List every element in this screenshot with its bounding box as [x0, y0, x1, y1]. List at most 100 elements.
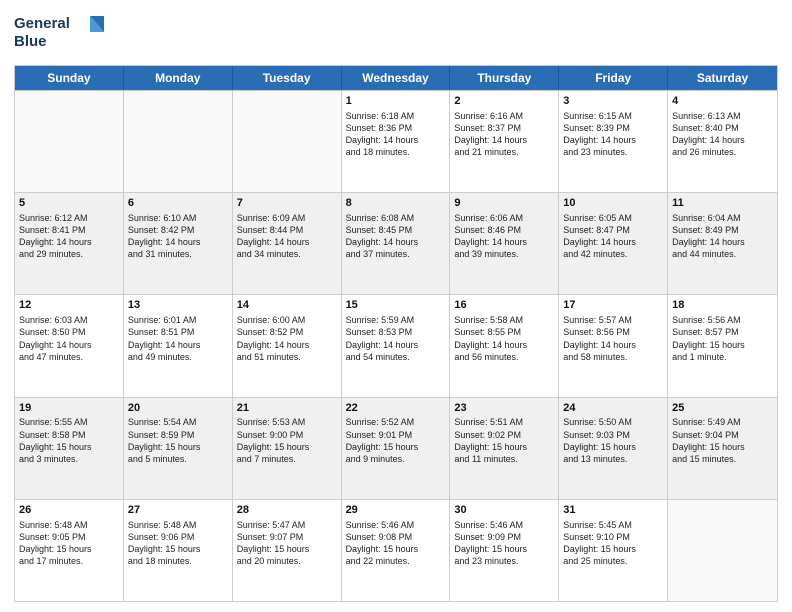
- day-cell-22: 22Sunrise: 5:52 AM Sunset: 9:01 PM Dayli…: [342, 398, 451, 499]
- day-info: Sunrise: 5:54 AM Sunset: 8:59 PM Dayligh…: [128, 416, 228, 465]
- day-number: 12: [19, 298, 119, 313]
- svg-text:Blue: Blue: [14, 33, 47, 50]
- day-info: Sunrise: 6:10 AM Sunset: 8:42 PM Dayligh…: [128, 212, 228, 261]
- col-header-sunday: Sunday: [15, 66, 124, 90]
- day-cell-9: 9Sunrise: 6:06 AM Sunset: 8:46 PM Daylig…: [450, 193, 559, 294]
- day-info: Sunrise: 5:52 AM Sunset: 9:01 PM Dayligh…: [346, 416, 446, 465]
- day-cell-18: 18Sunrise: 5:56 AM Sunset: 8:57 PM Dayli…: [668, 295, 777, 396]
- day-info: Sunrise: 5:47 AM Sunset: 9:07 PM Dayligh…: [237, 519, 337, 568]
- day-cell-16: 16Sunrise: 5:58 AM Sunset: 8:55 PM Dayli…: [450, 295, 559, 396]
- day-info: Sunrise: 6:04 AM Sunset: 8:49 PM Dayligh…: [672, 212, 773, 261]
- col-header-saturday: Saturday: [668, 66, 777, 90]
- day-cell-27: 27Sunrise: 5:48 AM Sunset: 9:06 PM Dayli…: [124, 500, 233, 601]
- day-number: 24: [563, 401, 663, 416]
- day-number: 15: [346, 298, 446, 313]
- day-cell-5: 5Sunrise: 6:12 AM Sunset: 8:41 PM Daylig…: [15, 193, 124, 294]
- day-number: 3: [563, 94, 663, 109]
- day-cell-10: 10Sunrise: 6:05 AM Sunset: 8:47 PM Dayli…: [559, 193, 668, 294]
- day-info: Sunrise: 6:05 AM Sunset: 8:47 PM Dayligh…: [563, 212, 663, 261]
- day-info: Sunrise: 6:03 AM Sunset: 8:50 PM Dayligh…: [19, 314, 119, 363]
- day-info: Sunrise: 6:18 AM Sunset: 8:36 PM Dayligh…: [346, 110, 446, 159]
- day-number: 13: [128, 298, 228, 313]
- col-header-wednesday: Wednesday: [342, 66, 451, 90]
- day-number: 5: [19, 196, 119, 211]
- day-info: Sunrise: 6:09 AM Sunset: 8:44 PM Dayligh…: [237, 212, 337, 261]
- day-info: Sunrise: 5:59 AM Sunset: 8:53 PM Dayligh…: [346, 314, 446, 363]
- day-number: 7: [237, 196, 337, 211]
- day-info: Sunrise: 6:12 AM Sunset: 8:41 PM Dayligh…: [19, 212, 119, 261]
- day-info: Sunrise: 5:46 AM Sunset: 9:09 PM Dayligh…: [454, 519, 554, 568]
- day-number: 10: [563, 196, 663, 211]
- day-cell-30: 30Sunrise: 5:46 AM Sunset: 9:09 PM Dayli…: [450, 500, 559, 601]
- day-cell-15: 15Sunrise: 5:59 AM Sunset: 8:53 PM Dayli…: [342, 295, 451, 396]
- day-number: 30: [454, 503, 554, 518]
- day-cell-26: 26Sunrise: 5:48 AM Sunset: 9:05 PM Dayli…: [15, 500, 124, 601]
- day-info: Sunrise: 5:58 AM Sunset: 8:55 PM Dayligh…: [454, 314, 554, 363]
- header: General Blue: [14, 10, 778, 59]
- day-info: Sunrise: 5:48 AM Sunset: 9:05 PM Dayligh…: [19, 519, 119, 568]
- day-cell-1: 1Sunrise: 6:18 AM Sunset: 8:36 PM Daylig…: [342, 91, 451, 192]
- day-cell-21: 21Sunrise: 5:53 AM Sunset: 9:00 PM Dayli…: [233, 398, 342, 499]
- day-cell-6: 6Sunrise: 6:10 AM Sunset: 8:42 PM Daylig…: [124, 193, 233, 294]
- day-cell-20: 20Sunrise: 5:54 AM Sunset: 8:59 PM Dayli…: [124, 398, 233, 499]
- calendar-header: SundayMondayTuesdayWednesdayThursdayFrid…: [15, 66, 777, 90]
- day-info: Sunrise: 5:46 AM Sunset: 9:08 PM Dayligh…: [346, 519, 446, 568]
- day-info: Sunrise: 5:51 AM Sunset: 9:02 PM Dayligh…: [454, 416, 554, 465]
- day-info: Sunrise: 5:53 AM Sunset: 9:00 PM Dayligh…: [237, 416, 337, 465]
- day-cell-7: 7Sunrise: 6:09 AM Sunset: 8:44 PM Daylig…: [233, 193, 342, 294]
- day-info: Sunrise: 5:57 AM Sunset: 8:56 PM Dayligh…: [563, 314, 663, 363]
- day-cell-24: 24Sunrise: 5:50 AM Sunset: 9:03 PM Dayli…: [559, 398, 668, 499]
- col-header-tuesday: Tuesday: [233, 66, 342, 90]
- day-cell-8: 8Sunrise: 6:08 AM Sunset: 8:45 PM Daylig…: [342, 193, 451, 294]
- calendar-body: 1Sunrise: 6:18 AM Sunset: 8:36 PM Daylig…: [15, 90, 777, 601]
- calendar-row-2: 12Sunrise: 6:03 AM Sunset: 8:50 PM Dayli…: [15, 294, 777, 396]
- day-number: 23: [454, 401, 554, 416]
- day-number: 26: [19, 503, 119, 518]
- day-info: Sunrise: 5:45 AM Sunset: 9:10 PM Dayligh…: [563, 519, 663, 568]
- day-cell-19: 19Sunrise: 5:55 AM Sunset: 8:58 PM Dayli…: [15, 398, 124, 499]
- day-info: Sunrise: 6:15 AM Sunset: 8:39 PM Dayligh…: [563, 110, 663, 159]
- day-info: Sunrise: 6:08 AM Sunset: 8:45 PM Dayligh…: [346, 212, 446, 261]
- day-number: 22: [346, 401, 446, 416]
- day-number: 16: [454, 298, 554, 313]
- day-info: Sunrise: 5:49 AM Sunset: 9:04 PM Dayligh…: [672, 416, 773, 465]
- calendar-row-0: 1Sunrise: 6:18 AM Sunset: 8:36 PM Daylig…: [15, 90, 777, 192]
- day-cell-23: 23Sunrise: 5:51 AM Sunset: 9:02 PM Dayli…: [450, 398, 559, 499]
- day-number: 27: [128, 503, 228, 518]
- day-cell-4: 4Sunrise: 6:13 AM Sunset: 8:40 PM Daylig…: [668, 91, 777, 192]
- empty-cell-0-1: [124, 91, 233, 192]
- day-cell-14: 14Sunrise: 6:00 AM Sunset: 8:52 PM Dayli…: [233, 295, 342, 396]
- logo-svg: General Blue: [14, 10, 114, 54]
- calendar: SundayMondayTuesdayWednesdayThursdayFrid…: [14, 65, 778, 602]
- day-cell-2: 2Sunrise: 6:16 AM Sunset: 8:37 PM Daylig…: [450, 91, 559, 192]
- day-number: 19: [19, 401, 119, 416]
- day-number: 4: [672, 94, 773, 109]
- day-info: Sunrise: 6:06 AM Sunset: 8:46 PM Dayligh…: [454, 212, 554, 261]
- day-number: 29: [346, 503, 446, 518]
- day-cell-28: 28Sunrise: 5:47 AM Sunset: 9:07 PM Dayli…: [233, 500, 342, 601]
- day-info: Sunrise: 5:50 AM Sunset: 9:03 PM Dayligh…: [563, 416, 663, 465]
- col-header-thursday: Thursday: [450, 66, 559, 90]
- day-info: Sunrise: 5:55 AM Sunset: 8:58 PM Dayligh…: [19, 416, 119, 465]
- day-number: 20: [128, 401, 228, 416]
- day-number: 9: [454, 196, 554, 211]
- day-number: 17: [563, 298, 663, 313]
- calendar-row-1: 5Sunrise: 6:12 AM Sunset: 8:41 PM Daylig…: [15, 192, 777, 294]
- day-cell-12: 12Sunrise: 6:03 AM Sunset: 8:50 PM Dayli…: [15, 295, 124, 396]
- day-number: 1: [346, 94, 446, 109]
- day-cell-11: 11Sunrise: 6:04 AM Sunset: 8:49 PM Dayli…: [668, 193, 777, 294]
- empty-cell-0-0: [15, 91, 124, 192]
- day-number: 21: [237, 401, 337, 416]
- day-info: Sunrise: 6:16 AM Sunset: 8:37 PM Dayligh…: [454, 110, 554, 159]
- day-cell-29: 29Sunrise: 5:46 AM Sunset: 9:08 PM Dayli…: [342, 500, 451, 601]
- day-cell-13: 13Sunrise: 6:01 AM Sunset: 8:51 PM Dayli…: [124, 295, 233, 396]
- day-number: 14: [237, 298, 337, 313]
- calendar-row-3: 19Sunrise: 5:55 AM Sunset: 8:58 PM Dayli…: [15, 397, 777, 499]
- day-number: 11: [672, 196, 773, 211]
- day-info: Sunrise: 5:56 AM Sunset: 8:57 PM Dayligh…: [672, 314, 773, 363]
- calendar-row-4: 26Sunrise: 5:48 AM Sunset: 9:05 PM Dayli…: [15, 499, 777, 601]
- day-number: 6: [128, 196, 228, 211]
- empty-cell-4-6: [668, 500, 777, 601]
- day-number: 25: [672, 401, 773, 416]
- day-info: Sunrise: 6:13 AM Sunset: 8:40 PM Dayligh…: [672, 110, 773, 159]
